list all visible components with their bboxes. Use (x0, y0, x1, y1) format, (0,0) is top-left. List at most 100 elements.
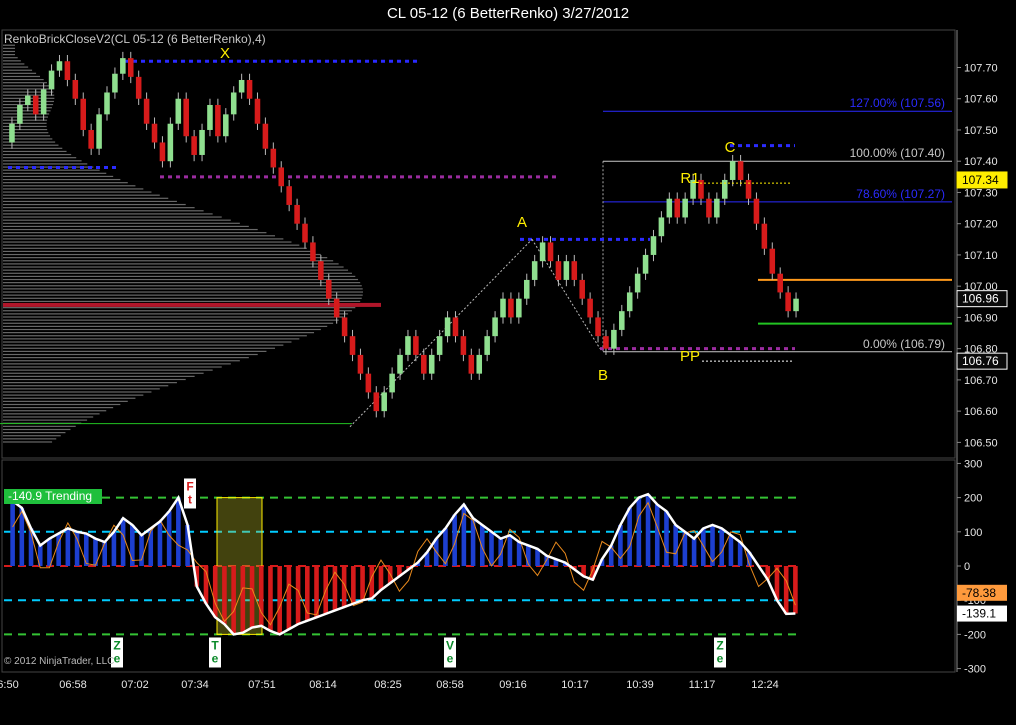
volume-profile-bar (3, 428, 71, 431)
wave-label: R1 (680, 170, 699, 187)
candle-body (666, 198, 673, 218)
price-tick-label: 107.10 (964, 250, 998, 262)
volume-profile-bar (3, 394, 144, 396)
price-tag-label: 107.34 (962, 173, 999, 187)
volume-profile-bar (3, 53, 15, 56)
volume-profile-bar (3, 182, 128, 184)
candle-body (127, 58, 134, 77)
candle-body (270, 148, 277, 168)
candle-body (460, 336, 467, 355)
volume-profile-bar (3, 291, 363, 293)
volume-profile-bar (3, 50, 15, 53)
indicator-tick-label: 200 (964, 493, 982, 505)
marker-label: T (211, 638, 219, 652)
candle-body (626, 292, 633, 312)
price-tick-label: 107.60 (964, 94, 998, 106)
volume-profile-bar (3, 347, 276, 349)
volume-profile-bar (3, 60, 21, 62)
volume-profile-bar (3, 385, 169, 387)
volume-profile-bar (3, 78, 44, 81)
x-tick-label: 08:14 (309, 679, 337, 691)
candle-body (381, 392, 387, 412)
volume-profile-bar (3, 188, 144, 190)
candle-body (508, 298, 514, 318)
poc-line (3, 302, 381, 307)
x-tick-label: 09:16 (499, 679, 527, 691)
x-tick-label: 07:02 (121, 679, 149, 691)
volume-profile-bar (3, 325, 328, 327)
x-tick-label: 10:17 (561, 679, 589, 691)
volume-profile-bar (3, 75, 41, 78)
volume-profile-bar (3, 375, 195, 377)
candle-body (452, 317, 459, 337)
volume-profile-bar (3, 363, 231, 365)
volume-profile-bar (3, 150, 67, 153)
volume-profile-bar (3, 269, 349, 271)
fib-level-label: 78.60% (107.27) (856, 187, 945, 201)
volume-profile-bar (3, 357, 249, 359)
volume-profile-bar (3, 213, 213, 215)
volume-profile-bar (3, 257, 328, 259)
candle-body (611, 329, 617, 349)
indicator-tick-label: 100 (964, 527, 982, 539)
candle-body (325, 279, 332, 299)
volume-profile-bar (3, 307, 356, 309)
volume-profile-bar (3, 116, 48, 118)
candle-body (9, 123, 15, 143)
candle-body (492, 317, 498, 337)
marker-label: t (188, 492, 192, 506)
volume-profile-bar (3, 163, 88, 165)
fib-level-label: 100.00% (107.40) (850, 146, 945, 160)
volume-profile-bar (3, 438, 57, 440)
candle-body (650, 236, 657, 255)
volume-profile-bar (3, 72, 37, 74)
volume-profile-bar (3, 66, 29, 68)
price-tick-label: 106.70 (964, 375, 998, 387)
volume-profile-bar (3, 344, 284, 346)
wave-label: X (220, 45, 230, 62)
volume-profile-bar (3, 194, 160, 196)
candle-body (254, 98, 261, 124)
indicator-tick-label: -200 (964, 629, 986, 641)
volume-profile-bar (3, 322, 334, 324)
candle-body (714, 198, 720, 218)
candle-body (191, 136, 197, 155)
volume-profile-bar (3, 353, 258, 356)
candle-body (64, 61, 71, 80)
volume-profile-bar (3, 197, 169, 199)
volume-profile-bar (3, 410, 107, 412)
candle-body (286, 186, 292, 205)
x-tick-label: 12:24 (751, 679, 779, 691)
candle-body (56, 61, 63, 71)
volume-profile-bar (3, 235, 276, 237)
volume-profile-bar (3, 185, 136, 187)
wave-label: A (517, 214, 527, 231)
volume-profile-bar (3, 178, 121, 181)
candle-body (777, 273, 783, 293)
candle-body (357, 354, 364, 374)
fib-level-label: 127.00% (107.56) (850, 96, 945, 110)
volume-profile-bar (3, 238, 284, 240)
volume-profile-bar (3, 191, 152, 193)
candle-body (183, 98, 189, 137)
x-tick-label: 06:58 (59, 679, 87, 691)
candle-body (603, 336, 609, 349)
chart-canvas[interactable]: 107.70 107.60 107.50 107.40 107.30 107.20 107.… (0, 0, 1016, 725)
volume-profile-bar (3, 225, 249, 228)
volume-profile-bar (3, 297, 362, 299)
candle-body (365, 373, 372, 393)
candle-body (72, 79, 79, 99)
volume-profile-bar (3, 172, 107, 174)
value-tag-label: -78.38 (962, 586, 996, 600)
candle-body (48, 70, 55, 90)
candle-body (516, 298, 522, 318)
candle-body (531, 261, 538, 280)
candle-body (104, 92, 110, 115)
candle-body (587, 298, 593, 318)
indicator-label: RenkoBrickCloseV2(CL 05-12 (6 BetterRenk… (4, 32, 266, 46)
candle-body (619, 311, 625, 330)
candle-body (238, 79, 245, 93)
x-tick-label: 11:17 (689, 679, 716, 691)
volume-profile-bar (3, 144, 59, 146)
volume-profile-bar (3, 241, 292, 243)
